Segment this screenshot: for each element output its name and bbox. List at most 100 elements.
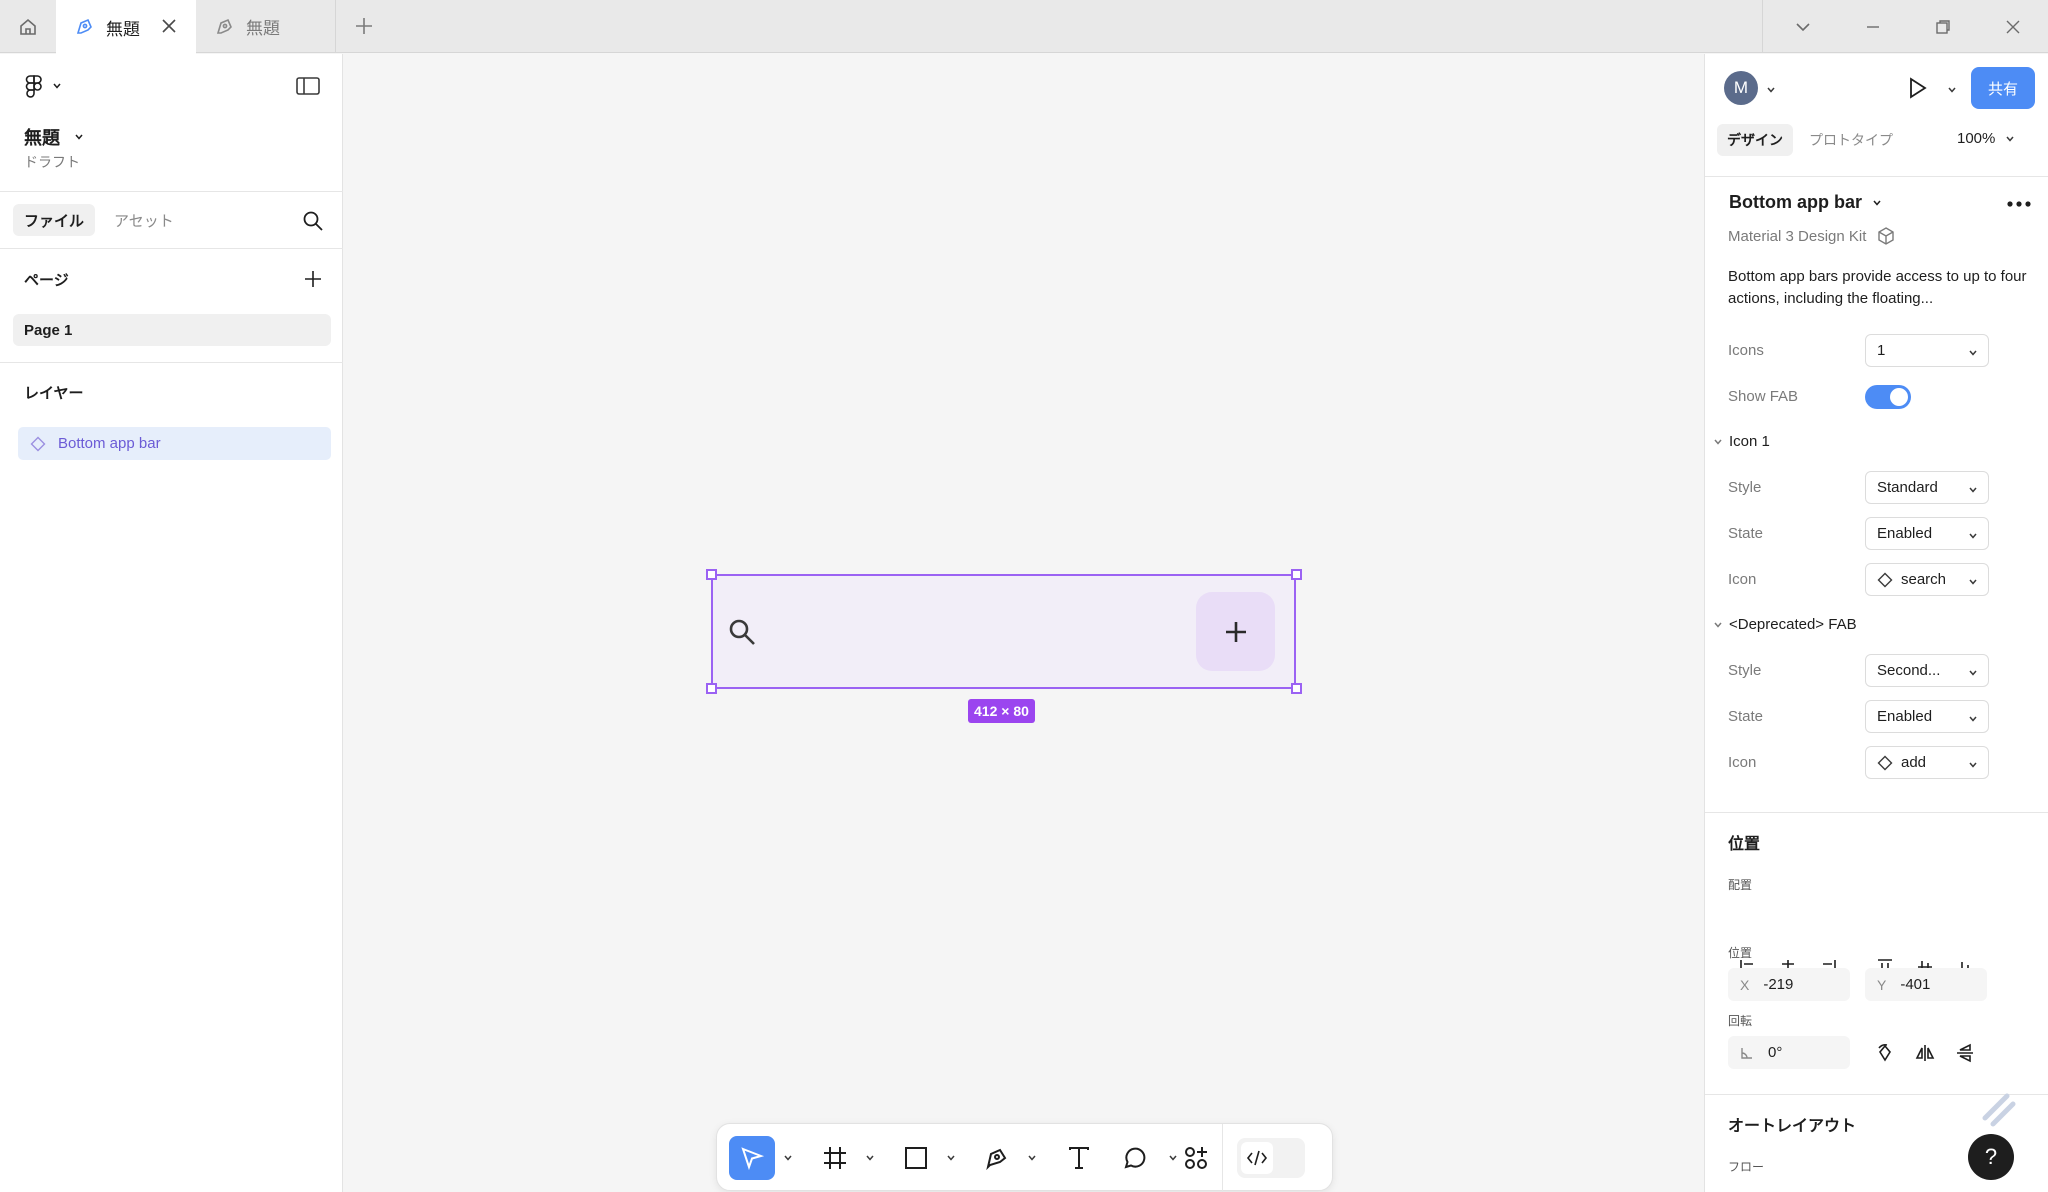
chevron-down-icon xyxy=(1713,437,1723,447)
chevron-down-icon[interactable] xyxy=(1766,85,1776,95)
tab-file[interactable]: ファイル xyxy=(13,204,96,236)
search-icon[interactable] xyxy=(727,617,757,647)
file-location: ドラフト xyxy=(24,154,80,170)
chevron-down-icon[interactable] xyxy=(1947,85,1957,95)
restore-icon xyxy=(1934,18,1952,36)
share-button[interactable]: 共有 xyxy=(1971,67,2035,109)
add-page-button[interactable] xyxy=(302,268,324,290)
bottom-toolbar xyxy=(716,1123,1333,1192)
zoom-dropdown[interactable]: 100% xyxy=(1957,130,2015,147)
icons-select[interactable]: 1 xyxy=(1865,334,1989,367)
chevron-down-icon xyxy=(2005,134,2015,144)
select-value: Enabled xyxy=(1877,708,1933,725)
rotate-button[interactable] xyxy=(1865,1036,1905,1069)
minimize-button[interactable] xyxy=(1838,0,1908,53)
tab-design[interactable]: デザイン xyxy=(1717,124,1793,156)
divider xyxy=(0,248,343,249)
chevron-down-icon xyxy=(1968,668,1978,678)
text-tool[interactable] xyxy=(1057,1136,1101,1180)
close-icon xyxy=(2004,18,2022,36)
help-button[interactable]: ? xyxy=(1968,1134,2014,1180)
show-fab-toggle[interactable] xyxy=(1865,385,1911,409)
fab-icon-select[interactable]: add xyxy=(1865,746,1989,779)
restore-button[interactable] xyxy=(1908,0,1978,53)
close-icon[interactable] xyxy=(160,17,178,35)
comment-tool[interactable] xyxy=(1113,1136,1157,1180)
tab-file-1[interactable]: 無題 xyxy=(56,0,196,54)
zoom-value: 100% xyxy=(1957,130,1996,147)
pen-tool[interactable] xyxy=(975,1136,1019,1180)
figma-pen-icon xyxy=(74,17,94,37)
rotation-input[interactable]: 0° xyxy=(1728,1036,1850,1069)
fab-group-header[interactable]: <Deprecated> FAB xyxy=(1713,616,1857,633)
resize-handle[interactable] xyxy=(706,569,717,580)
present-button[interactable] xyxy=(1905,76,1929,100)
play-icon xyxy=(1905,76,1929,100)
flip-horizontal-button[interactable] xyxy=(1905,1036,1945,1069)
rotation-label: 回転 xyxy=(1728,1014,1753,1028)
chevron-down-icon xyxy=(1713,620,1723,630)
panel-toggle-button[interactable] xyxy=(296,76,320,96)
comment-icon xyxy=(1122,1145,1148,1171)
layer-item[interactable]: Bottom app bar xyxy=(18,427,331,460)
chevron-down-icon[interactable] xyxy=(865,1153,875,1163)
rotate-icon xyxy=(1875,1043,1895,1063)
chevron-down-icon xyxy=(1968,485,1978,495)
icon-state-select[interactable]: Enabled xyxy=(1865,517,1989,550)
tab-prototype[interactable]: プロトタイプ xyxy=(1799,124,1903,156)
dev-mode-toggle[interactable] xyxy=(1237,1138,1305,1178)
main-menu-button[interactable] xyxy=(24,74,62,98)
avatar[interactable]: M xyxy=(1724,71,1758,105)
x-position-input[interactable]: X -219 xyxy=(1728,968,1850,1001)
move-tool[interactable] xyxy=(729,1136,775,1180)
y-position-input[interactable]: Y -401 xyxy=(1865,968,1987,1001)
position-label: 位置 xyxy=(1728,946,1753,960)
resize-handle[interactable] xyxy=(1291,683,1302,694)
toggle-knob xyxy=(1890,388,1908,406)
actions-tool[interactable] xyxy=(1174,1136,1218,1180)
tabs-dropdown-button[interactable] xyxy=(1768,0,1838,53)
file-title[interactable]: 無題 xyxy=(24,124,84,150)
select-value: add xyxy=(1901,754,1927,771)
fab-style-select[interactable]: Second... xyxy=(1865,654,1989,687)
component-description: Bottom app bars provide access to up to … xyxy=(1728,268,2027,307)
chevron-down-icon[interactable] xyxy=(783,1153,793,1163)
flip-vertical-icon xyxy=(1955,1043,1975,1063)
canvas[interactable]: 412 × 80 xyxy=(344,54,1704,1192)
component-name-dropdown[interactable]: Bottom app bar xyxy=(1729,192,1882,213)
x-prefix: X xyxy=(1740,976,1750,993)
chevron-down-icon[interactable] xyxy=(946,1153,956,1163)
icon-style-select[interactable]: Standard xyxy=(1865,471,1989,504)
fab-state-select[interactable]: Enabled xyxy=(1865,700,1989,733)
prop-label: Style xyxy=(1728,479,1762,496)
pages-header: ページ xyxy=(24,272,69,289)
home-button[interactable] xyxy=(0,0,56,53)
resize-handle[interactable] xyxy=(1291,569,1302,580)
divider xyxy=(1762,0,1763,53)
frame-tool[interactable] xyxy=(813,1136,857,1180)
shape-tool[interactable] xyxy=(894,1136,938,1180)
icon1-group-header[interactable]: Icon 1 xyxy=(1713,433,1770,450)
figma-logo-icon xyxy=(24,74,44,98)
divider xyxy=(1705,176,2048,177)
plugin-icon xyxy=(1973,1084,2023,1134)
plus-icon xyxy=(1223,619,1249,645)
layer-search-button[interactable] xyxy=(302,210,324,232)
dimension-badge: 412 × 80 xyxy=(968,699,1035,723)
right-panel: M 共有 デザイン プロトタイプ 100% Bottom app bar Mat… xyxy=(1704,54,2048,1192)
page-item[interactable]: Page 1 xyxy=(13,314,331,346)
resize-handle[interactable] xyxy=(706,683,717,694)
close-window-button[interactable] xyxy=(1978,0,2048,53)
chevron-down-icon[interactable] xyxy=(1027,1153,1037,1163)
component-instance-icon xyxy=(30,436,46,452)
more-options-button[interactable] xyxy=(2007,201,2031,207)
x-value: -219 xyxy=(1763,976,1794,993)
tab-assets[interactable]: アセット xyxy=(103,204,185,236)
new-tab-button[interactable] xyxy=(352,14,376,38)
flip-vertical-button[interactable] xyxy=(1945,1036,1985,1069)
select-value: Second... xyxy=(1877,662,1941,679)
library-name[interactable]: Material 3 Design Kit xyxy=(1728,226,1896,246)
tab-file-2[interactable]: 無題 xyxy=(196,0,336,53)
icon-swap-select[interactable]: search xyxy=(1865,563,1989,596)
fab-add-button[interactable] xyxy=(1196,592,1275,671)
